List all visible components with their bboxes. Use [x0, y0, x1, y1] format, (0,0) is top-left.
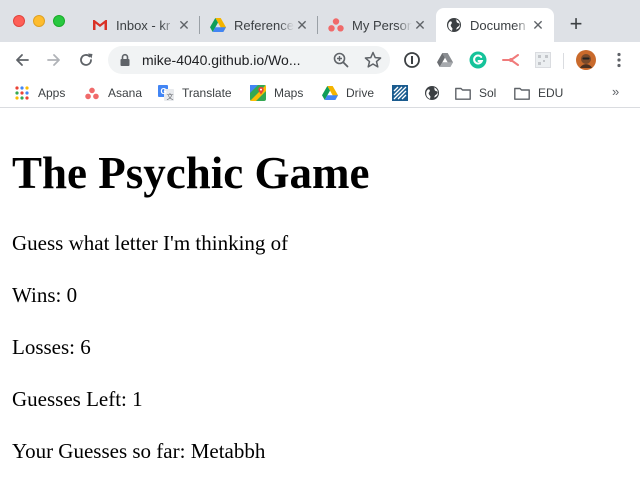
tab-my-person[interactable]: My Person ✕	[318, 8, 436, 42]
folder-icon	[514, 85, 530, 101]
menu-kebab-icon[interactable]	[610, 51, 628, 69]
close-tab-icon[interactable]: ✕	[176, 17, 192, 33]
losses-counter: Losses: 6	[12, 335, 91, 359]
tab-reference[interactable]: Reference ✕	[200, 8, 318, 42]
url-text: mike-4040.github.io/Wo...	[142, 52, 301, 68]
google-maps-icon	[250, 85, 266, 101]
qr-extension-icon[interactable]	[534, 51, 552, 69]
tab-title: Documen	[470, 17, 526, 33]
instruction-text: Guess what letter I'm thinking of	[12, 231, 289, 255]
bookmark-folder-sol[interactable]: Sol	[455, 84, 496, 102]
bookmark-translate[interactable]: G 文 Translate	[158, 84, 232, 102]
page-content: The Psychic Game Guess what letter I'm t…	[0, 109, 640, 480]
bookmark-label: Maps	[274, 86, 304, 100]
tab-inbox[interactable]: Inbox - kr ✕	[82, 8, 200, 42]
bookmark-folder-edu[interactable]: EDU	[514, 84, 563, 102]
reload-button[interactable]	[74, 48, 98, 72]
arrow-left-icon	[16, 54, 29, 66]
gmail-icon	[92, 17, 108, 33]
bookmark-asana[interactable]: Asana	[84, 84, 142, 102]
bookmark-drive[interactable]: Drive	[322, 84, 374, 102]
tab-title: Inbox - kr	[116, 17, 171, 33]
bookmark-stripes-icon	[392, 85, 408, 101]
tab-document-active[interactable]: Documen ✕	[436, 8, 554, 42]
bookmark-stripes[interactable]	[392, 84, 416, 102]
address-bar[interactable]: mike-4040.github.io/Wo...	[108, 46, 390, 74]
close-tab-icon[interactable]: ✕	[294, 17, 310, 33]
toolbar-divider	[563, 53, 564, 69]
lock-icon	[120, 53, 130, 66]
arrow-right-icon	[47, 54, 60, 66]
google-drive-icon	[322, 85, 338, 101]
bookmark-label: Translate	[182, 86, 232, 100]
wins-counter: Wins: 0	[12, 283, 78, 307]
grammarly-icon[interactable]	[469, 51, 487, 69]
back-button[interactable]	[10, 48, 34, 72]
apps-grid-icon	[14, 85, 30, 101]
globe-icon	[424, 85, 440, 101]
google-drive-icon	[210, 17, 226, 33]
forward-button[interactable]	[42, 48, 66, 72]
bookmarks-bar: Apps Asana G 文 Translate Maps Drive Sol …	[0, 78, 640, 108]
bookmark-label: Drive	[346, 86, 375, 100]
close-tab-icon[interactable]: ✕	[530, 17, 546, 33]
drive-extension-icon[interactable]	[436, 51, 454, 69]
password-manager-extension-icon[interactable]	[403, 51, 421, 69]
close-tab-icon[interactable]: ✕	[412, 17, 428, 33]
bookmark-globe[interactable]	[424, 84, 448, 102]
svg-text:文: 文	[167, 92, 174, 101]
tab-title: Reference	[234, 17, 294, 33]
bookmark-label: Asana	[108, 86, 143, 100]
page-title: The Psychic Game	[12, 148, 370, 198]
bookmark-apps[interactable]: Apps	[14, 84, 65, 102]
bookmark-label: Apps	[38, 86, 66, 100]
browser-toolbar: mike-4040.github.io/Wo...	[0, 42, 640, 78]
bookmark-label: EDU	[538, 86, 564, 100]
cast-share-extension-icon[interactable]	[502, 51, 520, 69]
guesses-so-far-text: Your Guesses so far: Metabbh	[12, 439, 266, 463]
zoom-icon[interactable]	[332, 51, 350, 69]
bookmarks-overflow-button[interactable]: »	[612, 84, 619, 99]
asana-icon	[328, 17, 344, 33]
guesses-left-counter: Guesses Left: 1	[12, 387, 143, 411]
bookmark-star-icon[interactable]	[363, 50, 383, 70]
bookmark-maps[interactable]: Maps	[250, 84, 303, 102]
folder-icon	[455, 85, 471, 101]
close-window-button[interactable]	[13, 15, 25, 27]
reload-icon	[80, 53, 93, 66]
google-translate-icon: G 文	[158, 85, 174, 101]
bookmark-label: Sol	[479, 86, 497, 100]
minimize-window-button[interactable]	[33, 15, 45, 27]
asana-icon	[84, 85, 100, 101]
globe-icon	[446, 17, 462, 33]
tab-title: My Person	[352, 17, 412, 33]
profile-avatar[interactable]	[576, 50, 596, 70]
tab-strip: Inbox - kr ✕ Reference ✕ My Person ✕ Doc…	[0, 0, 640, 42]
new-tab-button[interactable]: +	[564, 13, 588, 37]
maximize-window-button[interactable]	[53, 15, 65, 27]
